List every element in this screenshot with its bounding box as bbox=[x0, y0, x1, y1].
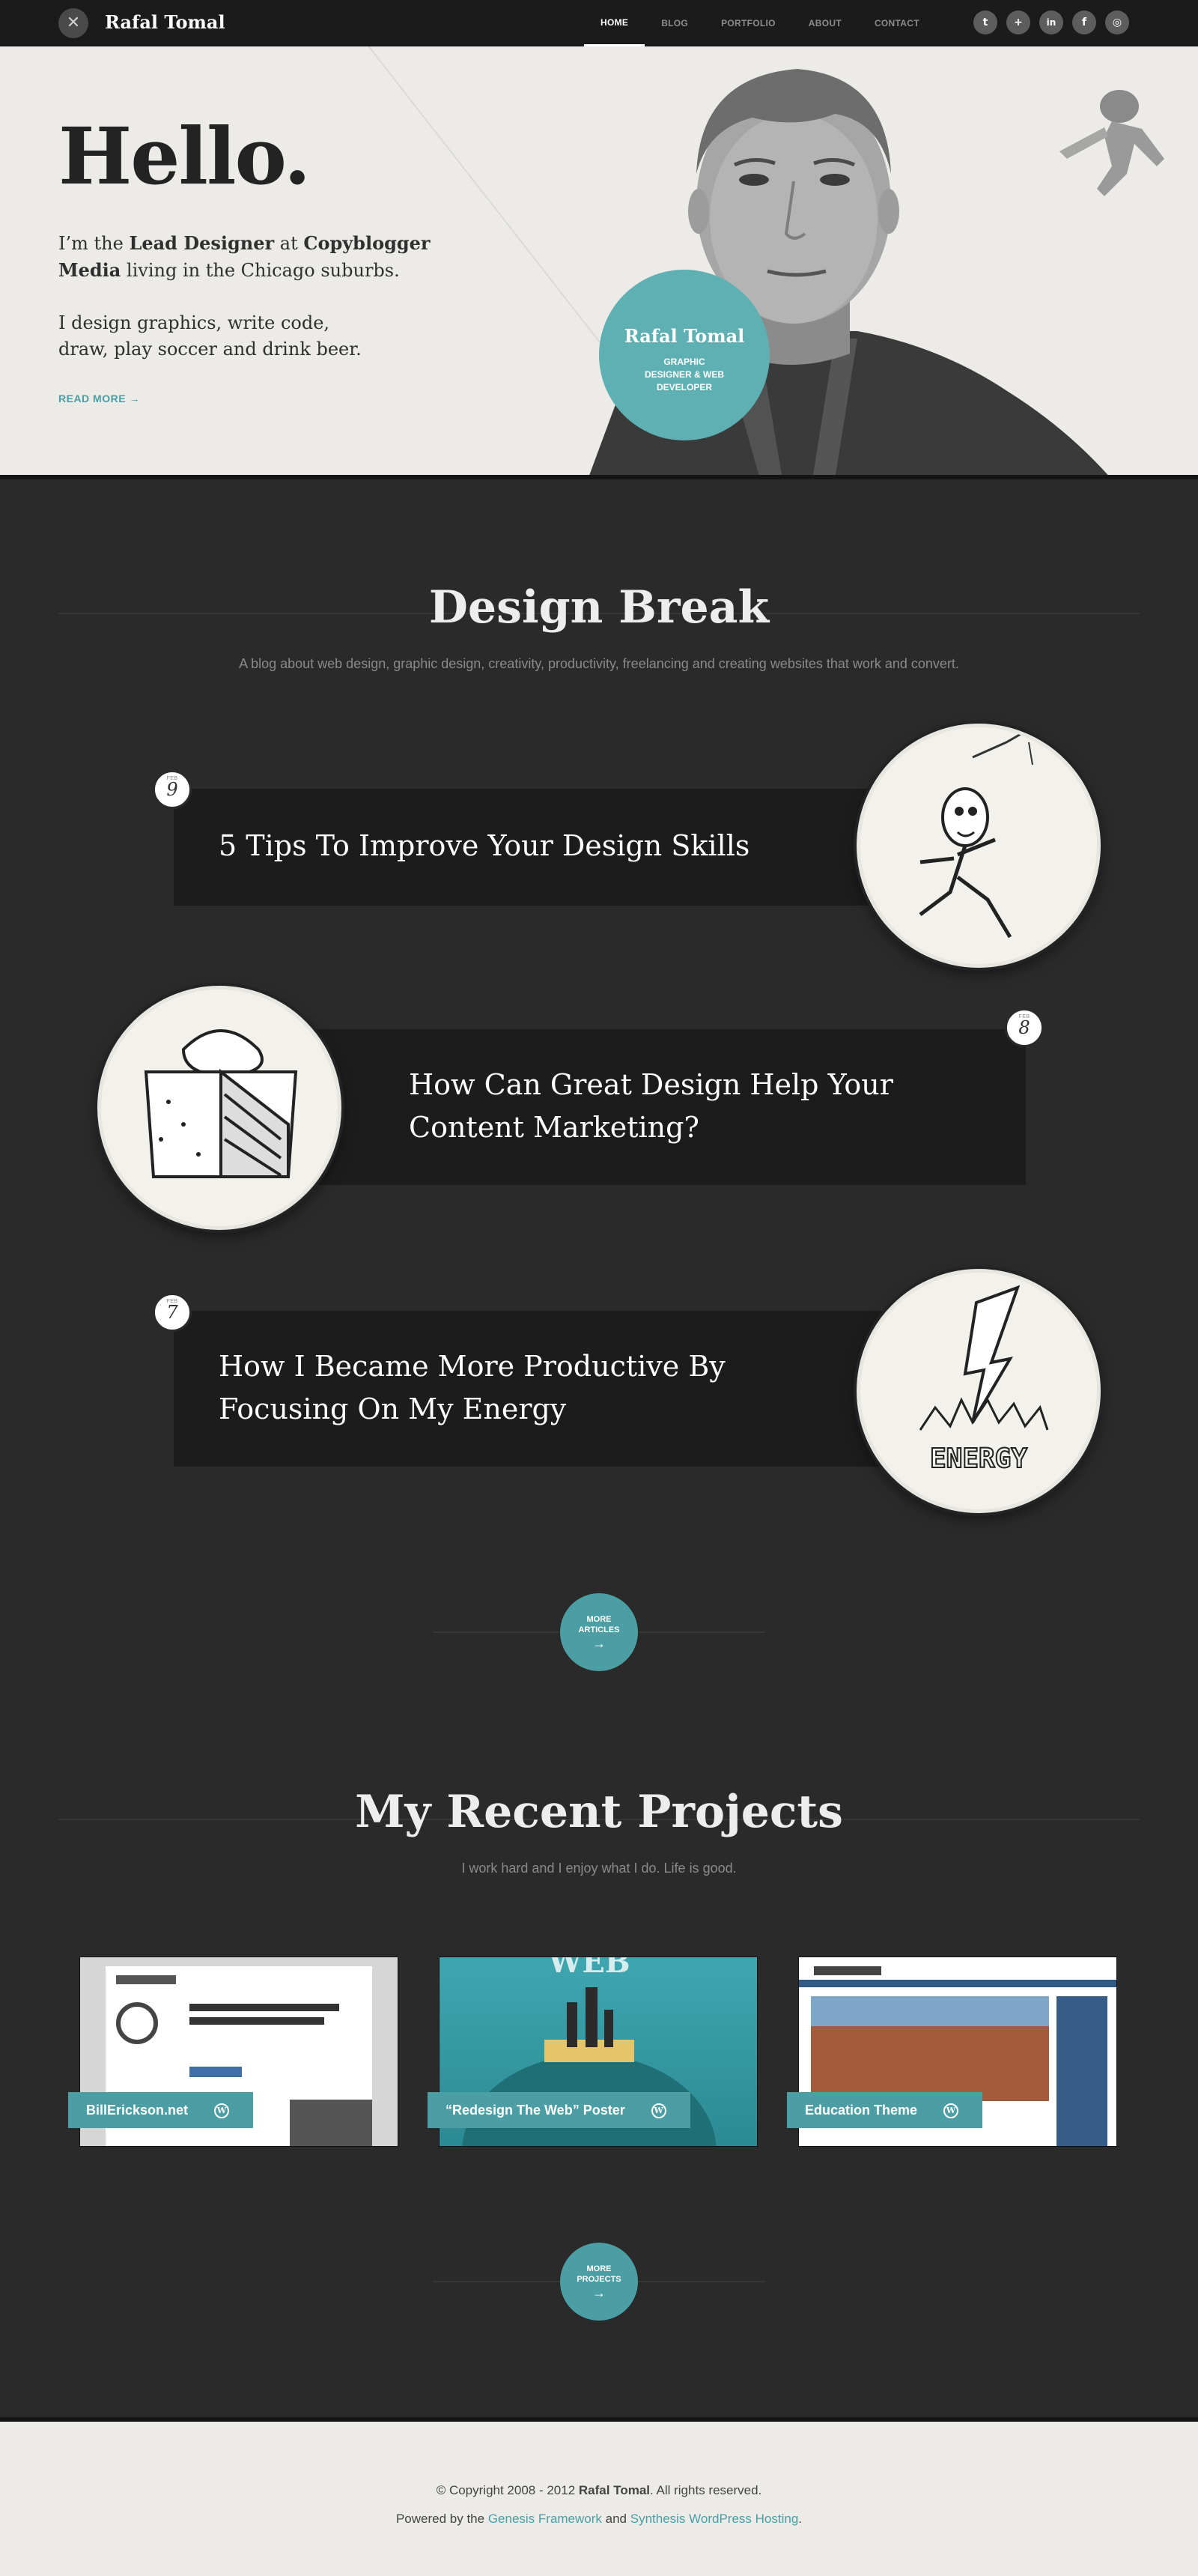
facebook-icon[interactable]: f bbox=[1072, 10, 1096, 34]
article-card[interactable]: 5 Tips To Improve Your Design Skills bbox=[174, 789, 922, 906]
date-badge: FEB 7 bbox=[153, 1293, 192, 1332]
wordpress-icon: W bbox=[651, 2103, 666, 2119]
article-thumbnail[interactable] bbox=[97, 986, 341, 1230]
date-badge: FEB 9 bbox=[153, 770, 192, 809]
energy-illustration: ENERGY bbox=[919, 1285, 1049, 1475]
project-caption-label: Education Theme bbox=[805, 2103, 918, 2118]
powered-suffix: . bbox=[798, 2512, 803, 2526]
nav-about[interactable]: ABOUT bbox=[792, 0, 858, 46]
more-projects-button[interactable]: MORE PROJECTS → bbox=[560, 2243, 638, 2321]
top-bar: ✕ Rafal Tomal HOME BLOG PORTFOLIO ABOUT … bbox=[0, 0, 1198, 46]
article-thumbnail[interactable] bbox=[857, 724, 1101, 968]
badge-name: Rafal Tomal bbox=[624, 325, 745, 347]
synthesis-hosting-link[interactable]: Synthesis WordPress Hosting bbox=[630, 2512, 799, 2526]
intro-text: I’m the bbox=[58, 233, 130, 254]
more-articles-button[interactable]: MORE ARTICLES → bbox=[560, 1593, 638, 1671]
copyright-suffix: . All rights reserved. bbox=[650, 2483, 762, 2497]
nav-home[interactable]: HOME bbox=[584, 0, 645, 46]
copyright-text: © Copyright 2008 - 2012 Rafal Tomal. All… bbox=[0, 2483, 1198, 2498]
project-card[interactable]: Education Theme W bbox=[787, 1957, 1117, 2147]
dribbble-icon[interactable]: ◎ bbox=[1105, 10, 1129, 34]
social-links: t + in f ◎ bbox=[973, 10, 1129, 34]
hero-intro: I’m the Lead Designer at Copyblogger Med… bbox=[58, 230, 448, 284]
project-card[interactable]: BillErickson.net W bbox=[68, 1957, 398, 2147]
copyright-prefix: © Copyright 2008 - 2012 bbox=[436, 2483, 579, 2497]
running-man-illustration bbox=[919, 727, 1033, 939]
intro-text: living in the Chicago suburbs. bbox=[121, 260, 400, 281]
nav-blog[interactable]: BLOG bbox=[645, 0, 705, 46]
main-nav: HOME BLOG PORTFOLIO ABOUT CONTACT bbox=[584, 0, 936, 46]
projects-section-subtitle: I work hard and I enjoy what I do. Life … bbox=[461, 1861, 737, 1876]
hero-section: Hello. I’m the Lead Designer at Copyblog… bbox=[0, 46, 1198, 479]
blog-section-subtitle: A blog about web design, graphic design,… bbox=[239, 656, 959, 671]
wordpress-icon: W bbox=[214, 2103, 230, 2119]
hero-intro-2: I design graphics, write code, draw, pla… bbox=[58, 312, 362, 360]
cake-illustration bbox=[144, 1029, 298, 1178]
powered-by-text: Powered by the Genesis Framework and Syn… bbox=[0, 2512, 1198, 2527]
wordpress-icon: W bbox=[943, 2103, 959, 2119]
google-plus-icon[interactable]: + bbox=[1006, 10, 1030, 34]
article-card[interactable]: How Can Great Design Help Your Content M… bbox=[276, 1029, 1026, 1185]
nav-contact[interactable]: CONTACT bbox=[858, 0, 936, 46]
intro-text: at bbox=[274, 233, 304, 254]
genesis-framework-link[interactable]: Genesis Framework bbox=[488, 2512, 602, 2526]
badge-title: GRAPHIC DESIGNER & WEB DEVELOPER bbox=[644, 357, 724, 393]
more-projects-label: MORE PROJECTS bbox=[577, 2264, 621, 2284]
intro-role: Lead Designer bbox=[129, 232, 275, 254]
article-thumbnail[interactable]: ENERGY bbox=[857, 1269, 1101, 1513]
date-day: 8 bbox=[1018, 1017, 1030, 1038]
date-day: 9 bbox=[166, 779, 178, 800]
project-caption-label: BillErickson.net bbox=[86, 2103, 189, 2118]
project-card[interactable]: WEB “Redesign The Web” Poster W bbox=[428, 1957, 758, 2147]
footer: © Copyright 2008 - 2012 Rafal Tomal. All… bbox=[0, 2417, 1198, 2576]
copyright-name: Rafal Tomal bbox=[578, 2483, 650, 2497]
powered-prefix: Powered by the bbox=[395, 2512, 488, 2526]
article-title[interactable]: How I Became More Productive By Focusing… bbox=[219, 1345, 758, 1431]
svg-text:WEB: WEB bbox=[547, 1957, 630, 1980]
article-title[interactable]: How Can Great Design Help Your Content M… bbox=[409, 1064, 933, 1149]
arrow-right-icon: → bbox=[592, 1636, 606, 1651]
site-brand[interactable]: Rafal Tomal bbox=[105, 11, 225, 33]
article-title[interactable]: 5 Tips To Improve Your Design Skills bbox=[219, 825, 848, 867]
project-caption[interactable]: “Redesign The Web” Poster W bbox=[428, 2092, 690, 2128]
article-card[interactable]: How I Became More Productive By Focusing… bbox=[174, 1311, 922, 1467]
hero-heading: Hello. bbox=[58, 110, 311, 202]
twitter-icon[interactable]: t bbox=[973, 10, 997, 34]
hero-name-badge: Rafal Tomal GRAPHIC DESIGNER & WEB DEVEL… bbox=[599, 270, 770, 440]
svg-text:ENERGY: ENERGY bbox=[930, 1443, 1027, 1474]
project-caption[interactable]: Education Theme W bbox=[787, 2092, 983, 2128]
project-caption-label: “Redesign The Web” Poster bbox=[446, 2103, 625, 2118]
projects-section-title: My Recent Projects bbox=[355, 1786, 843, 1838]
arrow-right-icon: → bbox=[592, 2285, 606, 2300]
nav-portfolio[interactable]: PORTFOLIO bbox=[705, 0, 792, 46]
date-badge: FEB 8 bbox=[1005, 1008, 1044, 1047]
powered-mid: and bbox=[601, 2512, 630, 2526]
jumping-girl-image bbox=[1059, 90, 1164, 196]
project-caption[interactable]: BillErickson.net W bbox=[68, 2092, 254, 2128]
more-articles-label: MORE ARTICLES bbox=[578, 1615, 620, 1634]
read-more-link[interactable]: READ MORE → bbox=[58, 393, 140, 404]
linkedin-icon[interactable]: in bbox=[1039, 10, 1063, 34]
blog-section-title: Design Break bbox=[428, 581, 770, 634]
date-day: 7 bbox=[166, 1302, 178, 1323]
logo-icon[interactable]: ✕ bbox=[58, 8, 88, 38]
